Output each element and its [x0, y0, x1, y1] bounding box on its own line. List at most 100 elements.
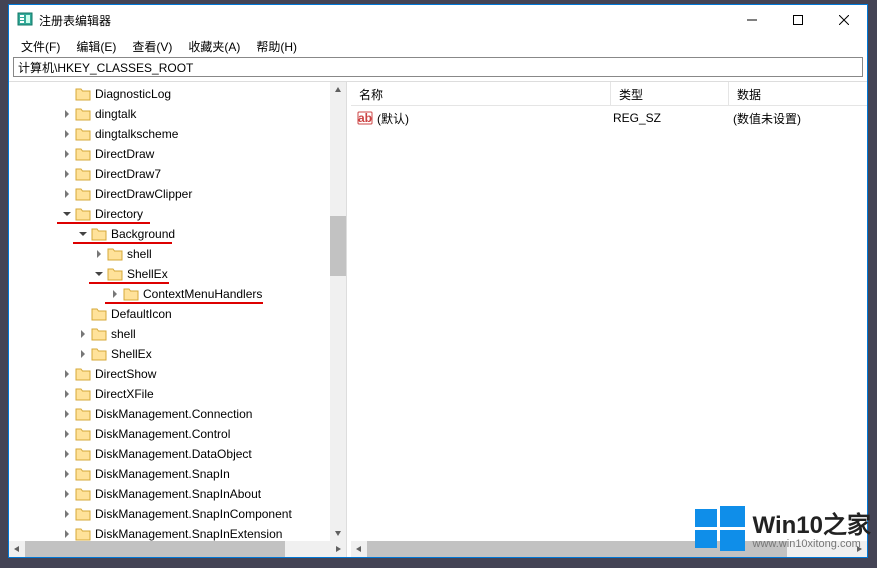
expander-none	[77, 308, 89, 320]
chevron-right-icon[interactable]	[61, 128, 73, 140]
chevron-right-icon[interactable]	[61, 368, 73, 380]
chevron-right-icon[interactable]	[61, 528, 73, 540]
tree-item-label: DiagnosticLog	[95, 87, 171, 101]
tree-item[interactable]: dingtalkscheme	[9, 124, 346, 144]
chevron-right-icon[interactable]	[77, 328, 89, 340]
chevron-right-icon[interactable]	[93, 248, 105, 260]
scroll-left-button[interactable]	[351, 541, 367, 557]
tree-item[interactable]: DiskManagement.SnapInExtension	[9, 524, 346, 541]
folder-icon	[123, 287, 139, 301]
menu-file[interactable]: 文件(F)	[15, 36, 66, 57]
close-button[interactable]	[821, 5, 867, 35]
tree-item[interactable]: DefaultIcon	[9, 304, 346, 324]
tree-item[interactable]: DiskManagement.DataObject	[9, 444, 346, 464]
scroll-thumb-vertical[interactable]	[330, 216, 346, 276]
tree-item[interactable]: DirectDraw	[9, 144, 346, 164]
chevron-right-icon[interactable]	[61, 408, 73, 420]
tree-item[interactable]: DiskManagement.Connection	[9, 404, 346, 424]
tree-item-label: DiskManagement.SnapInExtension	[95, 527, 282, 541]
content-area: DiagnosticLogdingtalkdingtalkschemeDirec…	[9, 81, 867, 557]
tree-pane: DiagnosticLogdingtalkdingtalkschemeDirec…	[9, 82, 347, 557]
tree-vertical-scrollbar[interactable]	[330, 82, 346, 541]
tree-item-label: DiskManagement.SnapInComponent	[95, 507, 292, 521]
chevron-right-icon[interactable]	[77, 348, 89, 360]
tree-item[interactable]: ShellEx	[9, 344, 346, 364]
scroll-down-button[interactable]	[330, 525, 346, 541]
tree-item[interactable]: DiskManagement.SnapInComponent	[9, 504, 346, 524]
scroll-thumb-horizontal[interactable]	[25, 541, 285, 557]
tree-item[interactable]: shell	[9, 244, 346, 264]
folder-icon	[91, 347, 107, 361]
tree-item[interactable]: DiskManagement.SnapIn	[9, 464, 346, 484]
folder-icon	[75, 147, 91, 161]
address-bar[interactable]: 计算机\HKEY_CLASSES_ROOT	[13, 57, 863, 77]
tree-item-label: Background	[111, 227, 175, 241]
column-type[interactable]: 类型	[611, 82, 729, 105]
value-name: (默认)	[377, 110, 409, 127]
tree-item[interactable]: DiskManagement.SnapInAbout	[9, 484, 346, 504]
folder-icon	[75, 387, 91, 401]
registry-tree[interactable]: DiagnosticLogdingtalkdingtalkschemeDirec…	[9, 82, 346, 541]
folder-icon	[75, 507, 91, 521]
folder-icon	[75, 447, 91, 461]
folder-icon	[75, 107, 91, 121]
chevron-right-icon[interactable]	[61, 148, 73, 160]
values-horizontal-scrollbar[interactable]	[351, 541, 867, 557]
chevron-right-icon[interactable]	[61, 388, 73, 400]
column-data[interactable]: 数据	[729, 82, 867, 105]
scroll-right-button[interactable]	[330, 541, 346, 557]
folder-icon	[75, 87, 91, 101]
title-bar[interactable]: 注册表编辑器	[9, 5, 867, 35]
menu-help[interactable]: 帮助(H)	[250, 36, 303, 57]
minimize-button[interactable]	[729, 5, 775, 35]
chevron-right-icon[interactable]	[61, 108, 73, 120]
tree-item-label: DiskManagement.DataObject	[95, 447, 252, 461]
values-list[interactable]: ab (默认) REG_SZ (数值未设置)	[351, 106, 867, 541]
chevron-right-icon[interactable]	[109, 288, 121, 300]
chevron-right-icon[interactable]	[61, 508, 73, 520]
folder-icon	[75, 427, 91, 441]
value-row[interactable]: ab (默认) REG_SZ (数值未设置)	[351, 108, 867, 128]
tree-item[interactable]: DirectXFile	[9, 384, 346, 404]
folder-icon	[107, 247, 123, 261]
tree-item-label: shell	[127, 247, 152, 261]
chevron-right-icon[interactable]	[61, 448, 73, 460]
column-name[interactable]: 名称	[351, 82, 611, 105]
menu-edit[interactable]: 编辑(E)	[70, 36, 122, 57]
chevron-right-icon[interactable]	[61, 168, 73, 180]
menu-view[interactable]: 查看(V)	[126, 36, 178, 57]
menu-favorites[interactable]: 收藏夹(A)	[182, 36, 246, 57]
chevron-right-icon[interactable]	[61, 488, 73, 500]
tree-item[interactable]: shell	[9, 324, 346, 344]
scroll-up-button[interactable]	[330, 82, 346, 98]
tree-item[interactable]: ContextMenuHandlers	[9, 284, 346, 304]
tree-item-label: Directory	[95, 207, 143, 221]
tree-item[interactable]: DirectDraw7	[9, 164, 346, 184]
maximize-button[interactable]	[775, 5, 821, 35]
scroll-thumb-horizontal[interactable]	[367, 541, 787, 557]
tree-item[interactable]: ShellEx	[9, 264, 346, 284]
folder-icon	[75, 467, 91, 481]
tree-item[interactable]: dingtalk	[9, 104, 346, 124]
tree-item[interactable]: Background	[9, 224, 346, 244]
chevron-down-icon[interactable]	[61, 208, 73, 220]
tree-item-label: DirectDrawClipper	[95, 187, 192, 201]
tree-item[interactable]: DiskManagement.Control	[9, 424, 346, 444]
folder-icon	[75, 487, 91, 501]
folder-icon	[75, 527, 91, 541]
chevron-right-icon[interactable]	[61, 188, 73, 200]
tree-item[interactable]: DirectDrawClipper	[9, 184, 346, 204]
scroll-left-button[interactable]	[9, 541, 25, 557]
tree-item[interactable]: Directory	[9, 204, 346, 224]
chevron-down-icon[interactable]	[93, 268, 105, 280]
tree-item-label: DiskManagement.SnapIn	[95, 467, 230, 481]
tree-item-label: shell	[111, 327, 136, 341]
tree-item[interactable]: DiagnosticLog	[9, 84, 346, 104]
scroll-right-button[interactable]	[851, 541, 867, 557]
chevron-down-icon[interactable]	[77, 228, 89, 240]
tree-item[interactable]: DirectShow	[9, 364, 346, 384]
chevron-right-icon[interactable]	[61, 428, 73, 440]
tree-horizontal-scrollbar[interactable]	[9, 541, 346, 557]
chevron-right-icon[interactable]	[61, 468, 73, 480]
address-text: 计算机\HKEY_CLASSES_ROOT	[18, 59, 193, 76]
